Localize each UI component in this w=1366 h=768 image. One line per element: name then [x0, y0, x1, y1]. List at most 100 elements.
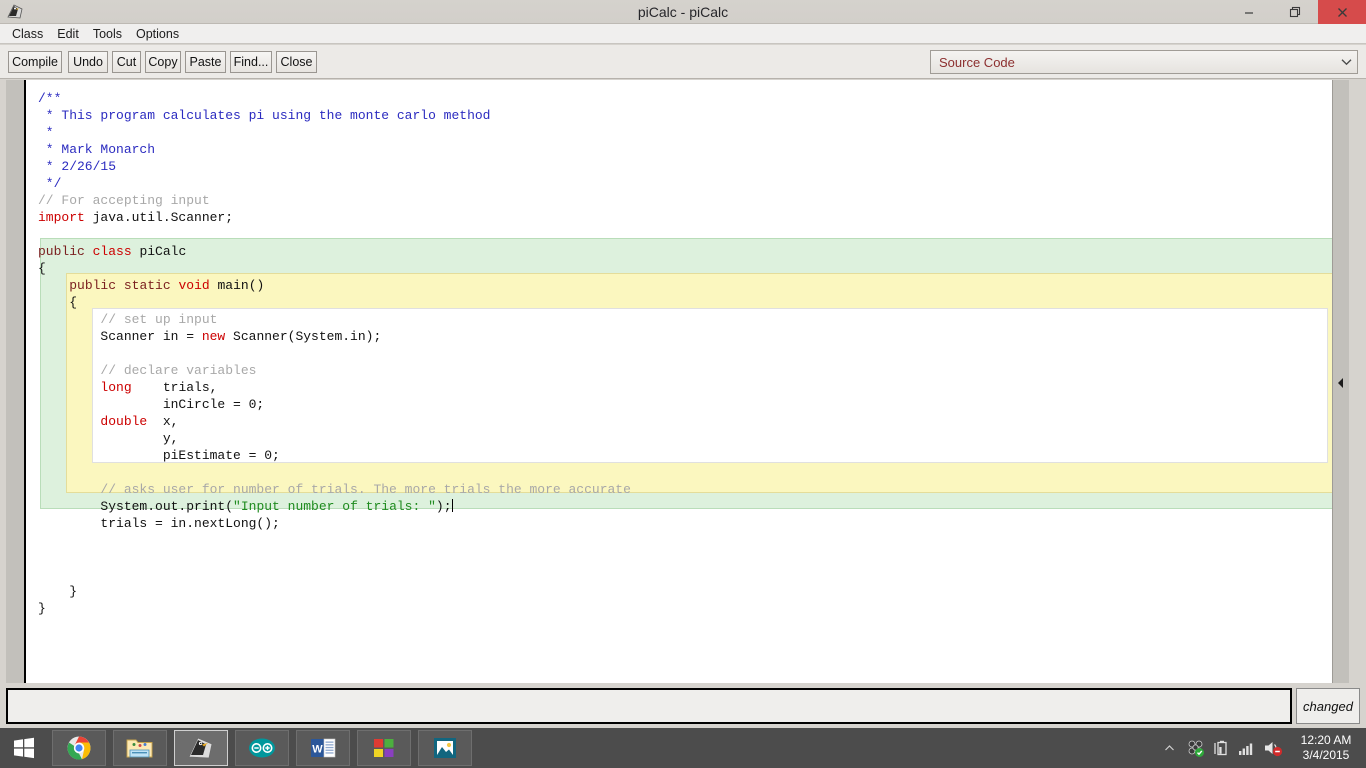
- editor-frame: /** * This program calculates pi using t…: [6, 80, 1349, 683]
- code-token: void: [178, 278, 210, 293]
- find-button[interactable]: Find...: [230, 51, 272, 73]
- battery-icon[interactable]: [1208, 728, 1234, 768]
- code-token: System.out.print(: [38, 499, 234, 514]
- cut-button[interactable]: Cut: [112, 51, 141, 73]
- code-token: y,: [38, 431, 179, 446]
- statusbar: changed: [0, 686, 1366, 728]
- taskbar-item-bluej[interactable]: [174, 730, 228, 766]
- code-token: }: [38, 601, 46, 616]
- copy-button[interactable]: Copy: [145, 51, 181, 73]
- taskbar-item-windows-app[interactable]: [357, 730, 411, 766]
- code-line: // asks user for number of trials. The m…: [28, 481, 1349, 498]
- code-token: inCircle = 0;: [38, 397, 265, 412]
- code-token: java.util.Scanner;: [84, 210, 234, 225]
- code-line: trials = in.nextLong();: [28, 515, 1349, 532]
- text-caret: [451, 499, 453, 512]
- editor-area: /** * This program calculates pi using t…: [0, 80, 1366, 685]
- code-line: // declare variables: [28, 362, 1349, 379]
- code-line: /**: [28, 90, 1349, 107]
- menu-item-options[interactable]: Options: [129, 26, 186, 42]
- editor-gutter[interactable]: [6, 80, 26, 683]
- code-token: import: [38, 210, 85, 225]
- view-select-value: Source Code: [939, 54, 1015, 70]
- taskbar-item-file-explorer[interactable]: [113, 730, 167, 766]
- show-hidden-icons-icon[interactable]: [1156, 728, 1182, 768]
- code-editor[interactable]: /** * This program calculates pi using t…: [28, 80, 1349, 683]
- code-line: long trials,: [28, 379, 1349, 396]
- code-line: Scanner in = new Scanner(System.in);: [28, 328, 1349, 345]
- compile-button[interactable]: Compile: [8, 51, 62, 73]
- close-button[interactable]: [1318, 0, 1366, 24]
- taskbar-item-photo-viewer[interactable]: [418, 730, 472, 766]
- code-token: piEstimate = 0;: [38, 448, 280, 463]
- clock-time: 12:20 AM: [1300, 733, 1352, 747]
- code-token: */: [38, 176, 62, 191]
- code-line: }: [28, 583, 1349, 600]
- view-select[interactable]: Source Code: [930, 50, 1358, 74]
- taskbar-item-chrome[interactable]: [52, 730, 106, 766]
- collapse-panel-handle[interactable]: [1334, 372, 1347, 394]
- desktop: piCalc - piCalc Class Edit Tools Options…: [0, 0, 1366, 768]
- code-token: {: [38, 295, 78, 310]
- code-line: * This program calculates pi using the m…: [28, 107, 1349, 124]
- code-line: double x,: [28, 413, 1349, 430]
- paste-button[interactable]: Paste: [185, 51, 226, 73]
- dropbox-sync-icon[interactable]: [1182, 728, 1208, 768]
- code-token: Scanner in =: [38, 329, 202, 344]
- menu-item-tools[interactable]: Tools: [86, 26, 129, 42]
- code-token: *: [38, 125, 54, 140]
- code-token: trials = in.nextLong();: [38, 516, 280, 531]
- status-message: [6, 688, 1292, 724]
- code-token: trials,: [131, 380, 218, 395]
- code-token: x,: [147, 414, 179, 429]
- code-token: * This program calculates pi using the m…: [38, 108, 491, 123]
- code-line: *: [28, 124, 1349, 141]
- code-line: public class piCalc: [28, 243, 1349, 260]
- editor-right-strip: [1332, 80, 1349, 683]
- maximize-restore-button[interactable]: [1272, 0, 1318, 24]
- svg-text:W: W: [312, 744, 323, 756]
- code-line: {: [28, 260, 1349, 277]
- code-lines: /** * This program calculates pi using t…: [28, 90, 1349, 617]
- code-token: }: [38, 584, 78, 599]
- code-token: // set up input: [38, 312, 218, 327]
- window-title: piCalc - piCalc: [637, 4, 729, 20]
- code-token: new: [201, 329, 226, 344]
- taskbar-clock[interactable]: 12:20 AM 3/4/2015: [1286, 728, 1366, 768]
- close-editor-button[interactable]: Close: [276, 51, 317, 73]
- window-titlebar: piCalc - piCalc: [0, 0, 1366, 24]
- code-token: double: [100, 414, 148, 429]
- network-signal-icon[interactable]: [1234, 728, 1260, 768]
- toolbar: Compile Undo Cut Copy Paste Find... Clos…: [0, 45, 1366, 79]
- code-line: import java.util.Scanner;: [28, 209, 1349, 226]
- code-line: inCircle = 0;: [28, 396, 1349, 413]
- taskbar-item-arduino[interactable]: [235, 730, 289, 766]
- code-line: {: [28, 294, 1349, 311]
- volume-muted-icon[interactable]: [1260, 728, 1286, 768]
- minimize-button[interactable]: [1226, 0, 1272, 24]
- system-tray: 12:20 AM 3/4/2015: [1156, 728, 1366, 768]
- code-line: y,: [28, 430, 1349, 447]
- taskbar: W 12:20 AM 3/4/2015: [0, 728, 1366, 768]
- undo-button[interactable]: Undo: [68, 51, 108, 73]
- code-token: "Input number of trials: ": [233, 499, 436, 514]
- code-token: * Mark Monarch: [38, 142, 156, 157]
- code-token: piCalc: [131, 244, 187, 259]
- menu-item-class[interactable]: Class: [5, 26, 50, 42]
- taskbar-item-word[interactable]: W: [296, 730, 350, 766]
- menu-item-edit[interactable]: Edit: [50, 26, 86, 42]
- code-line: public static void main(): [28, 277, 1349, 294]
- code-token: class: [92, 244, 132, 259]
- code-line: * Mark Monarch: [28, 141, 1349, 158]
- windows-start-icon[interactable]: [0, 728, 48, 768]
- code-token: * 2/26/15: [38, 159, 117, 174]
- code-line: * 2/26/15: [28, 158, 1349, 175]
- code-line: // For accepting input: [28, 192, 1349, 209]
